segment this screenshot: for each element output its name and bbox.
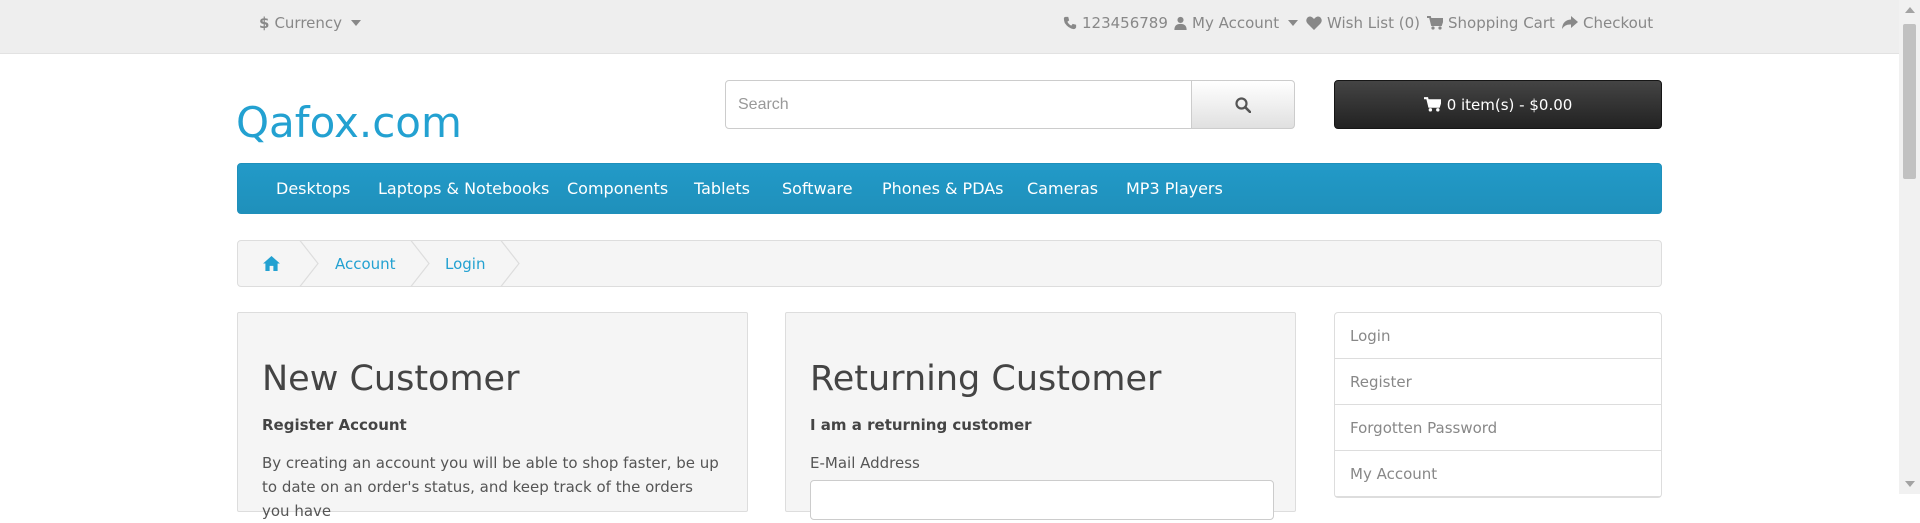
cart-button[interactable]: 0 item(s) - $0.00 bbox=[1334, 80, 1662, 129]
user-icon bbox=[1174, 16, 1187, 30]
account-sidebar: Login Register Forgotten Password My Acc… bbox=[1334, 312, 1662, 498]
scrollbar[interactable] bbox=[1899, 0, 1920, 494]
breadcrumb-separator bbox=[500, 241, 520, 286]
menu-item-mp3-players[interactable]: MP3 Players bbox=[1126, 179, 1223, 198]
menu-item-cameras[interactable]: Cameras bbox=[1027, 179, 1098, 198]
top-bar: $ Currency 123456789 My Account Wish Lis… bbox=[0, 0, 1899, 54]
menu-item-software[interactable]: Software bbox=[782, 179, 853, 198]
dollar-icon: $ bbox=[259, 14, 270, 32]
sidebar-item-register[interactable]: Register bbox=[1335, 359, 1661, 405]
breadcrumb: Account Login bbox=[237, 240, 1662, 287]
breadcrumb-item-account[interactable]: Account bbox=[335, 241, 396, 286]
menu-item-components[interactable]: Components bbox=[567, 179, 668, 198]
site-logo[interactable]: Qafox.com bbox=[236, 98, 462, 147]
scroll-up-arrow-icon[interactable] bbox=[1905, 7, 1915, 13]
breadcrumb-separator bbox=[410, 241, 430, 286]
sidebar-item-forgotten-password[interactable]: Forgotten Password bbox=[1335, 405, 1661, 451]
my-account-label: My Account bbox=[1192, 14, 1280, 32]
register-description: By creating an account you will be able … bbox=[262, 454, 719, 520]
share-icon bbox=[1562, 16, 1578, 29]
caret-down-icon bbox=[351, 20, 362, 26]
my-account-dropdown[interactable]: My Account bbox=[1174, 14, 1299, 32]
menu-item-phones-pdas[interactable]: Phones & PDAs bbox=[882, 179, 1004, 198]
breadcrumb-home[interactable] bbox=[263, 241, 280, 286]
currency-dropdown[interactable]: $ Currency bbox=[259, 14, 362, 32]
new-customer-title: New Customer bbox=[262, 359, 520, 399]
email-field[interactable] bbox=[810, 480, 1274, 520]
wishlist-link[interactable]: Wish List (0) bbox=[1306, 14, 1420, 32]
menu-item-tablets[interactable]: Tablets bbox=[694, 179, 750, 198]
wishlist-label: Wish List (0) bbox=[1327, 14, 1420, 32]
shopping-cart-label: Shopping Cart bbox=[1448, 14, 1555, 32]
checkout-label: Checkout bbox=[1583, 14, 1654, 32]
returning-customer-panel: Returning Customer I am a returning cust… bbox=[785, 312, 1296, 520]
checkout-link[interactable]: Checkout bbox=[1562, 14, 1653, 32]
cart-icon bbox=[1423, 97, 1441, 112]
home-icon bbox=[263, 256, 280, 271]
main-menu: Desktops Laptops & Notebooks Components … bbox=[237, 163, 1662, 214]
breadcrumb-item-login[interactable]: Login bbox=[445, 241, 485, 286]
menu-item-laptops-notebooks[interactable]: Laptops & Notebooks bbox=[378, 179, 549, 198]
phone-link[interactable]: 123456789 bbox=[1063, 14, 1168, 32]
sidebar-item-login[interactable]: Login bbox=[1335, 313, 1661, 359]
cart-summary: 0 item(s) - $0.00 bbox=[1446, 95, 1573, 114]
search-input[interactable] bbox=[725, 80, 1192, 129]
currency-label: Currency bbox=[274, 14, 343, 32]
shopping-cart-link[interactable]: Shopping Cart bbox=[1427, 14, 1555, 32]
caret-down-icon bbox=[1288, 20, 1299, 26]
email-label: E-Mail Address bbox=[810, 454, 920, 472]
scrollbar-thumb[interactable] bbox=[1903, 24, 1916, 179]
phone-number: 123456789 bbox=[1082, 14, 1168, 32]
returning-customer-title: Returning Customer bbox=[810, 359, 1162, 399]
menu-item-desktops[interactable]: Desktops bbox=[276, 179, 350, 198]
returning-customer-heading: I am a returning customer bbox=[810, 416, 1032, 434]
search-icon bbox=[1235, 96, 1251, 113]
cart-icon bbox=[1427, 16, 1443, 30]
register-account-heading: Register Account bbox=[262, 416, 407, 434]
search-button[interactable] bbox=[1191, 80, 1295, 129]
sidebar-item-my-account[interactable]: My Account bbox=[1335, 451, 1661, 497]
scroll-down-arrow-icon[interactable] bbox=[1905, 481, 1915, 487]
breadcrumb-separator bbox=[299, 241, 319, 286]
heart-icon bbox=[1306, 16, 1322, 30]
phone-icon bbox=[1063, 16, 1077, 30]
new-customer-panel: New Customer Register Account By creatin… bbox=[237, 312, 748, 520]
